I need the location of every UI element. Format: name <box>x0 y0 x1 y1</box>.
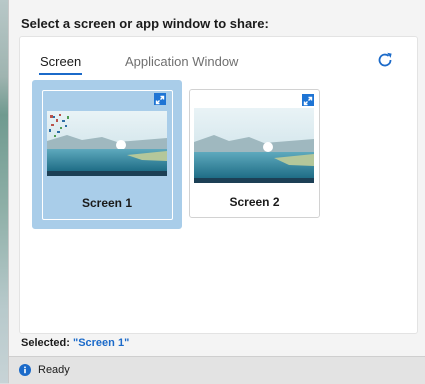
refresh-icon[interactable] <box>376 51 394 69</box>
source-tile-screen-2[interactable]: Screen 2 <box>189 89 320 218</box>
tab-application-window[interactable]: Application Window <box>125 54 238 69</box>
source-tile-screen-1[interactable]: Screen 1 <box>32 80 182 229</box>
info-icon <box>19 364 31 376</box>
selected-value: "Screen 1" <box>72 337 130 349</box>
selected-prefix: Selected: <box>21 337 70 349</box>
expand-icon[interactable] <box>302 94 314 106</box>
share-dialog: Select a screen or app window to share: … <box>8 0 425 384</box>
screen-thumbnail <box>47 111 167 176</box>
share-prompt: Select a screen or app window to share: <box>21 16 269 31</box>
status-bar: Ready <box>9 356 425 384</box>
source-label: Screen 1 <box>81 196 133 210</box>
screen-thumbnail <box>194 108 314 183</box>
selected-source: Selected: "Screen 1" <box>21 337 129 349</box>
status-text: Ready <box>38 364 70 376</box>
tab-screen[interactable]: Screen <box>38 54 83 75</box>
expand-icon[interactable] <box>154 93 166 105</box>
source-panel: Screen Application Window Screen 1 Scree… <box>19 36 418 334</box>
source-label: Screen 2 <box>229 195 280 209</box>
